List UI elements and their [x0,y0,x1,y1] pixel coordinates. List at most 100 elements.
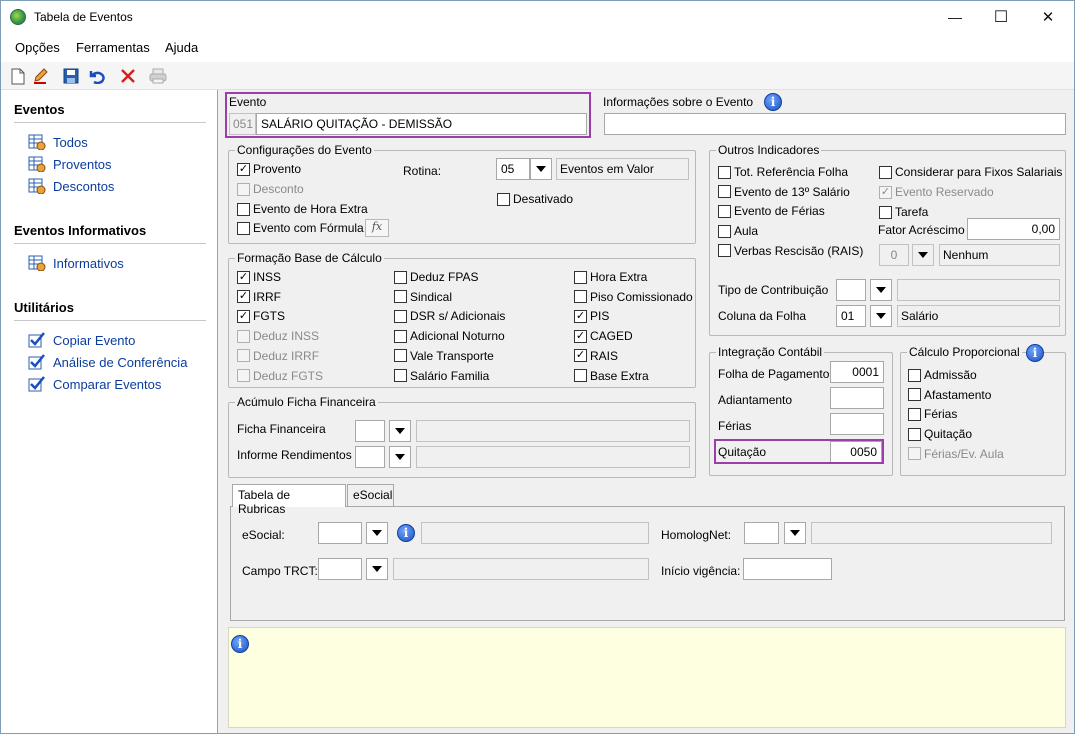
menu-ajuda[interactable]: Ajuda [165,40,198,55]
outros-checkbox[interactable]: Aula [718,224,758,238]
checkbox-label: Hora Extra [590,270,648,284]
outros-checkbox[interactable]: Evento de 13º Salário [718,185,850,199]
coluna-folha-select[interactable]: 01 [836,305,866,327]
proporcional-checkbox[interactable]: Férias [908,407,957,421]
ferias-label: Férias [718,419,752,433]
base-checkbox[interactable]: ✓ RAIS [574,349,618,363]
hora-extra-checkbox[interactable]: Evento de Hora Extra [237,202,368,216]
base-checkbox[interactable]: ✓ IRRF [237,290,281,304]
sidebar-item-proventos[interactable]: Proventos [28,156,112,173]
base-checkbox[interactable]: ✓ PIS [574,309,609,323]
close-button[interactable]: ✕ [1025,1,1071,33]
desativado-checkbox[interactable]: Desativado [497,192,573,206]
proporcional-checkbox[interactable]: Admissão [908,368,977,382]
fixos-checkbox[interactable]: Considerar para Fixos Salariais [879,165,1062,179]
formula-icon[interactable]: fx [365,219,389,237]
base-checkbox[interactable]: Base Extra [574,369,649,383]
base-checkbox[interactable]: Hora Extra [574,270,647,284]
ficha-label: Ficha Financeira [237,422,326,436]
formula-checkbox[interactable]: Evento com Fórmula [237,221,364,235]
delete-icon[interactable] [119,67,137,85]
rotina-select[interactable]: 05 [496,158,530,180]
info-icon[interactable]: i [397,524,415,542]
base-checkbox[interactable]: Piso Comissionado [574,290,693,304]
checkbox-label: Vale Transporte [410,348,494,363]
tab-esocial[interactable]: eSocial [347,484,394,506]
minimize-button[interactable]: — [932,1,978,33]
outros-checkbox[interactable]: Evento de Férias [718,204,825,218]
info-icon[interactable]: i [764,93,782,111]
menu-ferramentas[interactable]: Ferramentas [76,40,150,55]
base-checkbox[interactable]: Adicional Noturno [394,329,505,343]
new-document-icon[interactable] [9,67,27,85]
base-checkbox[interactable]: ✓ FGTS [237,309,285,323]
sidebar-item-copiar-evento[interactable]: Copiar Evento [28,332,135,348]
chevron-down-icon[interactable] [366,522,388,544]
table-icon [28,134,46,151]
tipo-contribuicao-select[interactable] [836,279,866,301]
sidebar-item-informativos[interactable]: Informativos [28,255,124,272]
info-message-area [228,627,1066,728]
outros-checkbox[interactable]: Tot. Referência Folha [718,165,848,179]
menu-opcoes[interactable]: Opções [15,40,60,55]
chevron-down-icon[interactable] [366,558,388,580]
campo-trct-description [393,558,649,580]
tarefa-checkbox[interactable]: Tarefa [879,205,928,219]
ficha-select[interactable] [355,420,385,442]
sidebar-item-analise-conferencia[interactable]: Análise de Conferência [28,354,187,370]
proporcional-checkbox[interactable]: Quitação [908,427,972,441]
chevron-down-icon[interactable] [389,420,411,442]
base-checkbox[interactable]: Sindical [394,290,452,304]
print-icon[interactable] [149,67,167,85]
chevron-down-icon[interactable] [870,305,892,327]
chevron-down-icon[interactable] [389,446,411,468]
tab-tabela-rubricas[interactable]: Tabela de Rubricas [232,484,346,516]
esocial-select[interactable] [318,522,362,544]
maximize-button[interactable]: ☐ [978,1,1024,33]
base-checkbox[interactable]: Vale Transporte [394,349,494,363]
edit-icon[interactable] [32,67,50,85]
fator-input[interactable]: 0,00 [967,218,1060,240]
ferias-input[interactable] [830,413,884,435]
chevron-down-icon[interactable] [784,522,806,544]
sidebar-item-descontos[interactable]: Descontos [28,178,114,195]
provento-checkbox[interactable]: ✓ Provento [237,162,301,176]
base-checkbox[interactable]: ✓ CAGED [574,329,633,343]
checkbox-box [237,202,250,216]
checkbox-label: Aula [734,224,759,239]
application-window: Tabela de Eventos — ☐ ✕ Opções Ferrament… [0,0,1075,734]
checkbox-label: Deduz FPAS [410,270,479,284]
checkbox-box [394,329,407,343]
checkbox-label: RAIS [590,348,619,363]
checkbox-box [574,290,587,304]
info-icon[interactable]: i [1026,344,1044,362]
homolognet-select[interactable] [744,522,779,544]
base-checkbox[interactable]: Deduz FPAS [394,270,478,284]
base-checkbox[interactable]: ✓ INSS [237,270,281,284]
table-icon [28,255,46,272]
checkbox-label: Piso Comissionado [590,289,693,304]
proporcional-checkbox[interactable]: Afastamento [908,388,991,402]
undo-icon[interactable] [87,67,105,85]
folha-pagamento-input[interactable]: 0001 [830,361,884,383]
campo-trct-select[interactable] [318,558,362,580]
adiantamento-input[interactable] [830,387,884,409]
base-checkbox[interactable]: DSR s/ Adicionais [394,309,505,323]
chevron-down-icon[interactable] [870,279,892,301]
informe-select[interactable] [355,446,385,468]
save-icon[interactable] [62,67,80,85]
base-checkbox[interactable]: Salário Familia [394,369,489,383]
sidebar-item-comparar-eventos[interactable]: Comparar Eventos [28,376,161,392]
checkmark-icon [28,376,46,392]
checkbox-box [879,165,892,179]
sidebar-item-todos[interactable]: Todos [28,134,88,151]
integracao-title: Integração Contábil [716,345,825,359]
checkbox-box [718,204,731,218]
outros-checkbox[interactable]: Verbas Rescisão (RAIS) [718,244,863,258]
info-evento-input[interactable] [604,113,1066,135]
inicio-vigencia-input[interactable] [743,558,832,580]
chevron-down-icon[interactable] [530,158,552,180]
checkbox-box [718,185,731,199]
checkbox-label: Admissão [924,368,977,382]
checkbox-box: ✓ [574,309,587,323]
